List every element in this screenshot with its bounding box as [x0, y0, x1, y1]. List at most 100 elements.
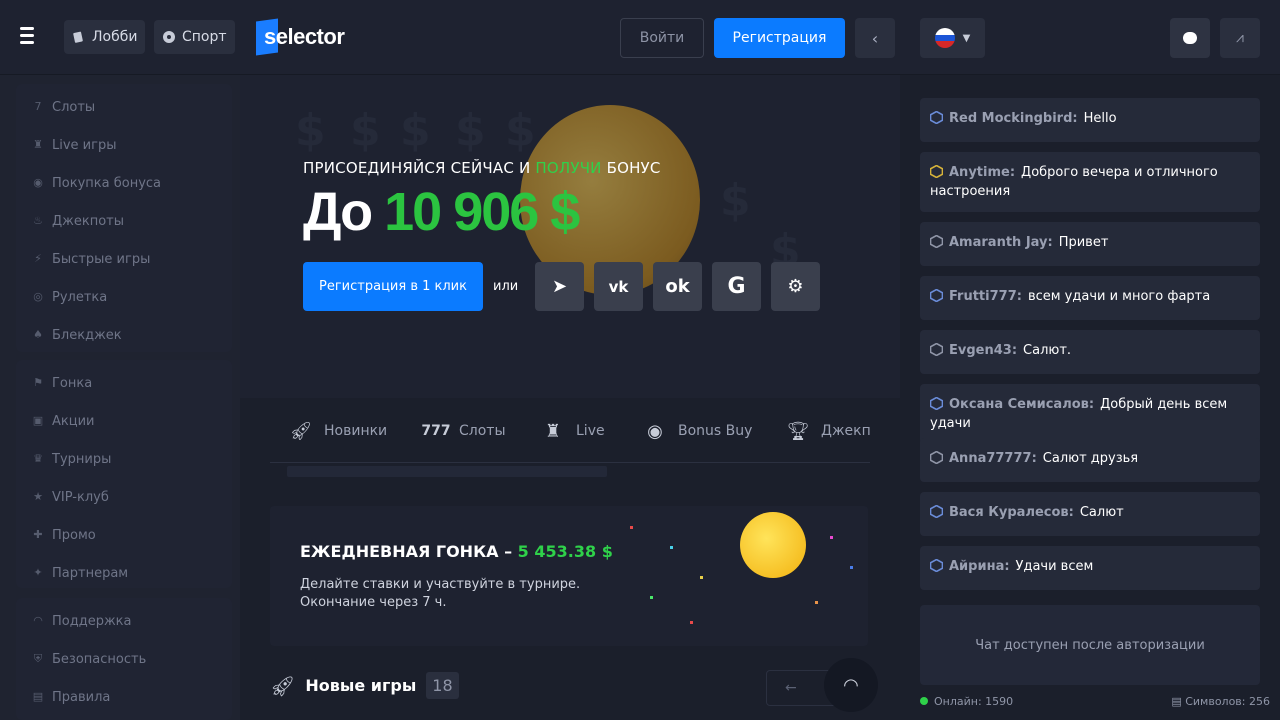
- sidebar-item-race[interactable]: ⚑ Гонка: [16, 364, 232, 402]
- sidebar-item-label: Безопасность: [52, 651, 147, 667]
- slots-icon: 7: [34, 100, 42, 113]
- rank-badge-icon: [930, 451, 943, 464]
- sidebar-item-label: Блекджек: [52, 327, 122, 343]
- google-button[interactable]: G: [712, 262, 761, 311]
- register-button[interactable]: Регистрация: [714, 18, 845, 58]
- fast-games-icon: ⚡: [34, 252, 42, 265]
- jackpot-icon: ♨: [33, 214, 43, 227]
- google-icon: G: [727, 274, 746, 299]
- sidebar-item-tournaments[interactable]: ♛ Турниры: [16, 440, 232, 478]
- chat-username[interactable]: Айрина:: [949, 559, 1010, 574]
- collapse-chat-button[interactable]: ‹: [855, 18, 895, 58]
- chat-text: Салют друзья: [1042, 451, 1139, 466]
- odnoklassniki-button[interactable]: ok: [653, 262, 702, 311]
- language-selector[interactable]: ▼: [920, 18, 985, 58]
- rank-badge-icon: [930, 235, 943, 248]
- telegram-button[interactable]: ➤: [535, 262, 584, 311]
- sidebar-item-fast-games[interactable]: ⚡ Быстрые игры: [16, 240, 232, 278]
- rules-icon: ▤: [32, 690, 44, 703]
- chat-message: Anna77777: Салют друзья: [920, 438, 1260, 482]
- vk-button[interactable]: vk: [594, 262, 643, 311]
- chat-username[interactable]: Вася Куралесов:: [949, 505, 1074, 520]
- support-chat-button[interactable]: ◠: [824, 658, 878, 712]
- rank-badge-icon: [930, 505, 943, 518]
- online-count: Онлайн: 1590: [920, 695, 1013, 708]
- sidebar-item-vip[interactable]: ★ VIP-клуб: [16, 478, 232, 516]
- tab-live[interactable]: ♜ Live: [540, 418, 605, 444]
- blackjack-icon: ♠: [33, 328, 43, 341]
- chat-username[interactable]: Anna77777:: [949, 451, 1037, 466]
- rank-badge-icon: [930, 397, 943, 410]
- chat-message: Frutti777: всем удачи и много фарта: [920, 276, 1260, 320]
- rank-badge-icon: [930, 289, 943, 302]
- steam-button[interactable]: ⚙: [771, 262, 820, 311]
- tabs-scrollbar[interactable]: [287, 466, 607, 477]
- sidebar-item-rules[interactable]: ▤ Правила: [16, 678, 232, 716]
- online-dot-icon: [920, 697, 928, 705]
- chat-text: Привет: [1058, 235, 1109, 250]
- login-button[interactable]: Войти: [620, 18, 704, 58]
- logo-text: selector: [264, 24, 345, 49]
- logo[interactable]: selector: [256, 18, 345, 56]
- sidebar-item-promotions[interactable]: ▣ Акции: [16, 402, 232, 440]
- sidebar-item-bonus-buy[interactable]: ◉ Покупка бонуса: [16, 164, 232, 202]
- daily-race-banner[interactable]: ЕЖЕДНЕВНАЯ ГОНКА – 5 453.38 $ Делайте ст…: [270, 506, 868, 646]
- sidebar-item-slots[interactable]: 7 Слоты: [16, 88, 232, 126]
- rank-badge-icon: [930, 559, 943, 572]
- live-icon: ♜: [33, 138, 43, 151]
- tab-bonus-buy[interactable]: ◉ Bonus Buy: [642, 418, 752, 444]
- new-games-header: 🚀︎ Новые игры 18: [270, 672, 459, 699]
- chat-username[interactable]: Red Mockingbird:: [949, 111, 1078, 126]
- one-click-register-button[interactable]: Регистрация в 1 клик: [303, 262, 483, 311]
- tab-jackpots[interactable]: 🏆︎Джекпо: [785, 418, 870, 444]
- sidebar-item-label: VIP-клуб: [52, 489, 109, 505]
- sidebar-promo-menu: ⚑ Гонка ▣ Акции ♛ Турниры ★ VIP-клуб ✚ Промо ✦ Парт…: [16, 360, 232, 588]
- sport-button[interactable]: Спорт: [154, 20, 235, 54]
- sidebar-item-partners[interactable]: ✦ Партнерам: [16, 554, 232, 592]
- sidebar-item-security[interactable]: ⛨ Безопасность: [16, 640, 232, 678]
- sidebar-item-label: Правила: [52, 689, 111, 705]
- menu-burger-icon[interactable]: [20, 27, 42, 47]
- chat-message: Anytime: Доброго вечера и отличного настр…: [920, 152, 1260, 212]
- rank-badge-icon: [930, 165, 943, 178]
- race-title: ЕЖЕДНЕВНАЯ ГОНКА – 5 453.38 $: [300, 542, 613, 561]
- sidebar-item-support[interactable]: ◠ Поддержка: [16, 602, 232, 640]
- lobby-button[interactable]: Лобби: [64, 20, 146, 54]
- leaderboard-button[interactable]: ⩘: [1220, 18, 1260, 58]
- sidebar-item-label: Слоты: [52, 99, 96, 115]
- chat-username[interactable]: Amaranth Jay:: [949, 235, 1053, 250]
- tab-slots[interactable]: 777 Слоты: [421, 418, 505, 444]
- game-category-tabs: 🚀︎ Новинки 777 Слоты ♜ Live ◉ Bonus Buy 🏆︎ Дж…: [270, 398, 870, 463]
- chevron-left-icon: ‹: [871, 28, 879, 48]
- sidebar-item-live[interactable]: ♜ Live игры: [16, 126, 232, 164]
- hero-banner: $ $ $ $ $ $ $ ПРИСОЕДИНЯЙСЯ СЕЙЧАС И ПОЛ…: [240, 75, 900, 398]
- sidebar-item-roulette[interactable]: ◎ Рулетка: [16, 278, 232, 316]
- sidebar-item-label: Рулетка: [52, 289, 108, 305]
- sidebar-item-blackjack[interactable]: ♠ Блекджек: [16, 316, 232, 354]
- tab-new[interactable]: 🚀︎ Новинки: [288, 418, 388, 444]
- sidebar-item-label: Гонка: [52, 375, 93, 391]
- bonus-buy-icon: ◉: [33, 176, 43, 189]
- sidebar-info-menu: ◠ Поддержка ⛨ Безопасность ▤ Правила: [16, 598, 232, 720]
- live-icon: ♜: [544, 420, 562, 442]
- chat-text: Удачи всем: [1015, 559, 1094, 574]
- slots-icon: 777: [421, 423, 451, 439]
- tournaments-icon: ♛: [33, 452, 43, 465]
- chat-message: Оксана Семисалов: Добрый день всем удачи: [920, 384, 1260, 444]
- vip-icon: ★: [33, 490, 43, 503]
- chat-username[interactable]: Evgen43:: [949, 343, 1017, 358]
- bonus-buy-icon: ◉: [647, 420, 663, 442]
- sidebar-item-label: Промо: [52, 527, 96, 543]
- new-games-title: Новые игры: [305, 676, 417, 695]
- sidebar-item-promo[interactable]: ✚ Промо: [16, 516, 232, 554]
- chat-toggle-button[interactable]: [1170, 18, 1210, 58]
- sidebar-item-jackpot[interactable]: ♨ Джекпоты: [16, 202, 232, 240]
- chat-username[interactable]: Anytime:: [949, 165, 1015, 180]
- chat-username[interactable]: Frutti777:: [949, 289, 1022, 304]
- sidebar-item-label: Поддержка: [52, 613, 132, 629]
- sidebar-item-label: Акции: [52, 413, 95, 429]
- chat-username[interactable]: Оксана Семисалов:: [949, 397, 1094, 412]
- new-games-count: 18: [426, 672, 459, 699]
- lobby-label: Лобби: [92, 29, 138, 45]
- russia-flag-icon: [934, 28, 955, 48]
